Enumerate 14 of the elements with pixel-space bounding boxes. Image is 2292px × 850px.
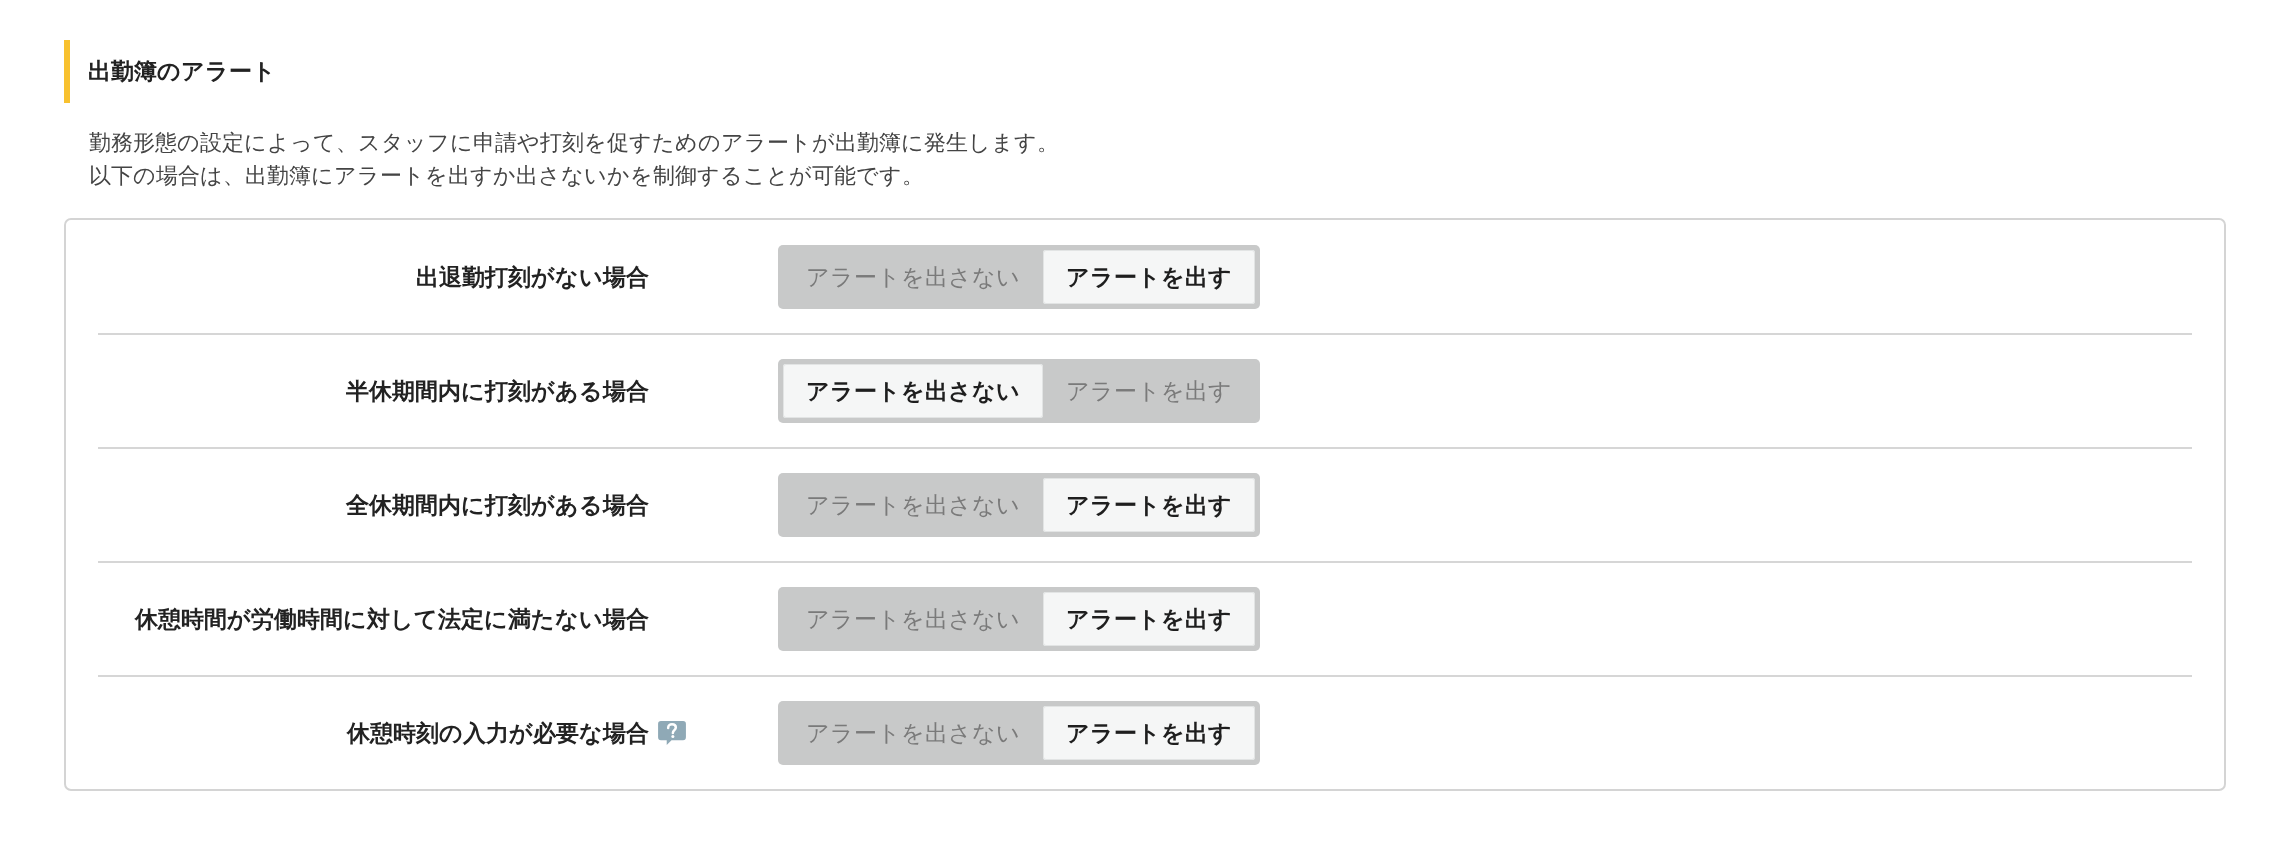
toggle-option[interactable]: アラートを出す: [1043, 592, 1255, 646]
setting-label: 休憩時間が労働時間に対して法定に満たない場合: [135, 604, 649, 634]
description-text: 勤務形態の設定によって、スタッフに申請や打刻を促すためのアラートが出勤簿に発生します。: [89, 129, 1059, 157]
setting-label: 休憩時刻の入力が必要な場合: [347, 718, 649, 748]
help-icon[interactable]: [658, 721, 686, 745]
setting-label: 半休期間内に打刻がある場合: [346, 376, 649, 406]
setting-label: 出退勤打刻がない場合: [416, 262, 649, 292]
toggle-option[interactable]: アラートを出す: [1043, 706, 1255, 760]
toggle-option[interactable]: アラートを出さない: [783, 364, 1043, 418]
toggle-option[interactable]: アラートを出す: [1043, 250, 1255, 304]
section-title: 出勤簿のアラート: [88, 57, 276, 86]
toggle-option[interactable]: アラートを出す: [1043, 478, 1255, 532]
description-text: 以下の場合は、出勤簿にアラートを出すか出さないかを制御することが可能です。: [89, 162, 924, 190]
setting-label: 全休期間内に打刻がある場合: [346, 490, 649, 520]
